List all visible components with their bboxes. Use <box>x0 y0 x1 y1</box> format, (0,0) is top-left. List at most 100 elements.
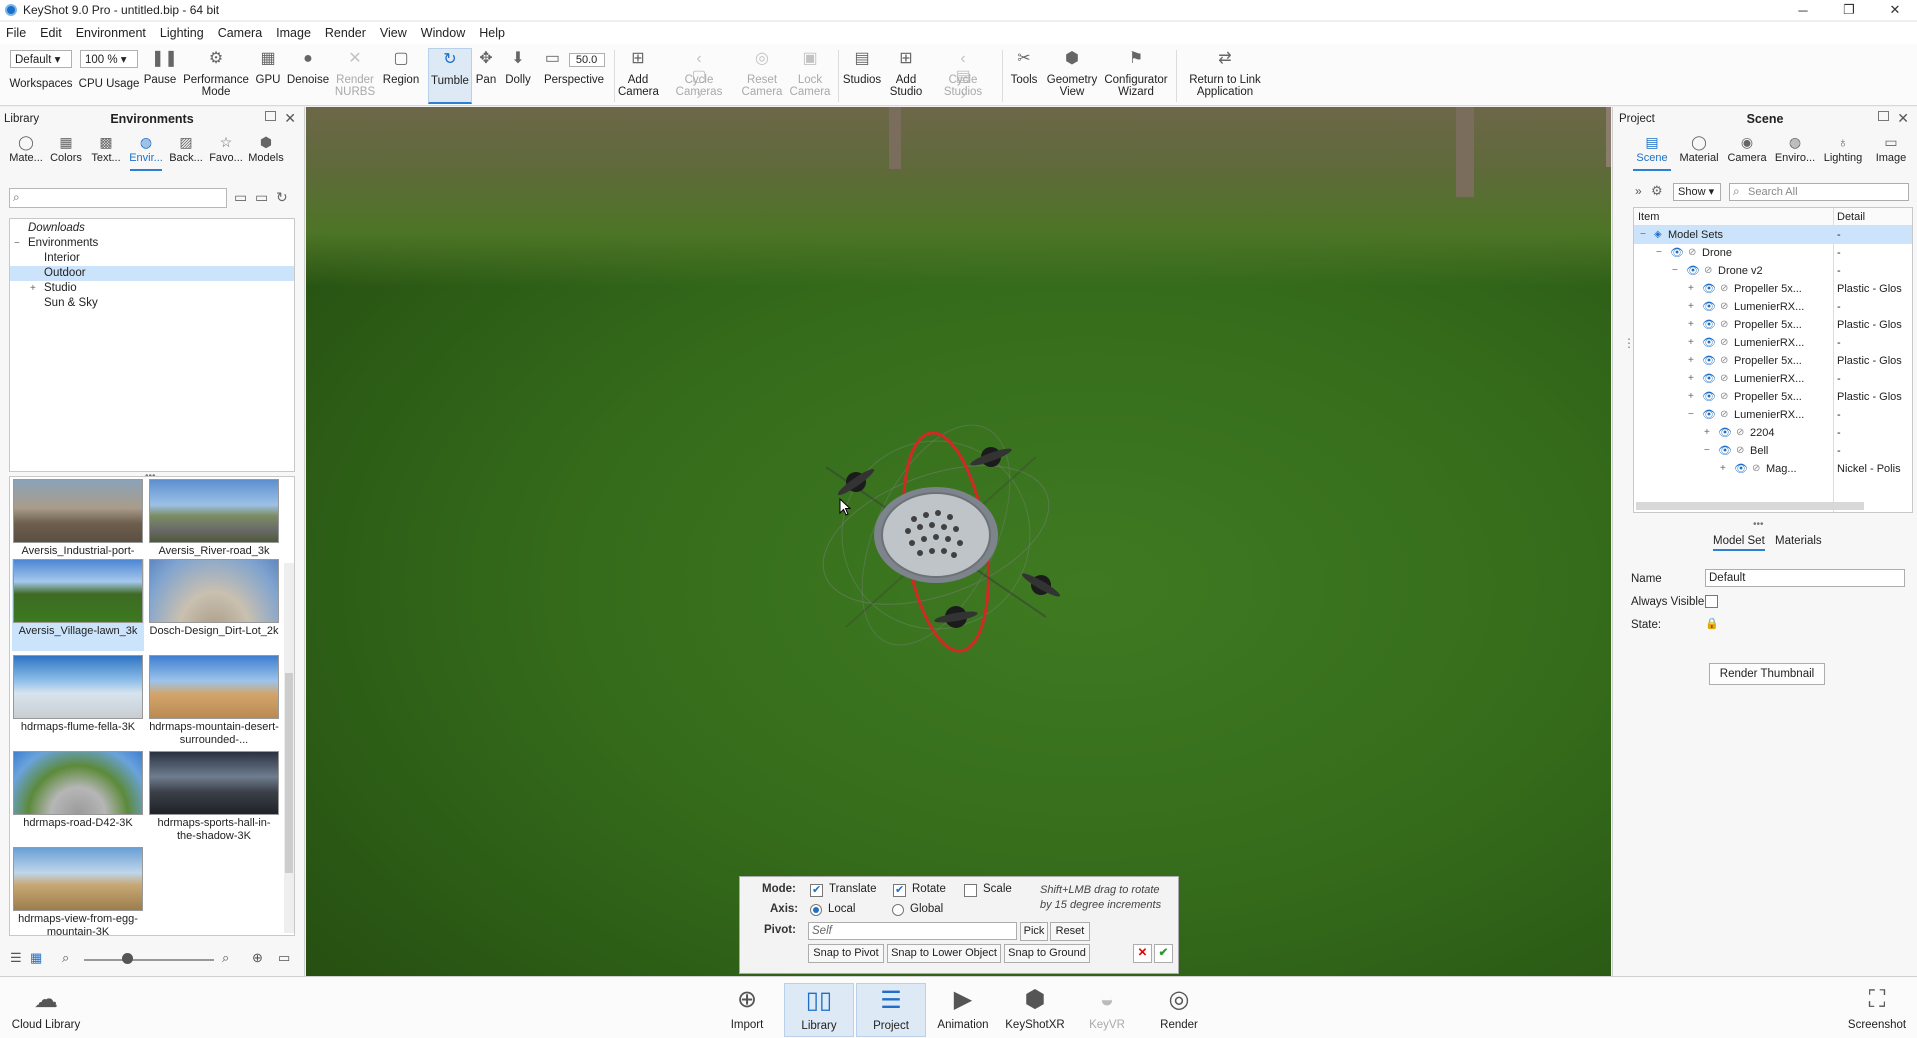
tab-camera[interactable]: ◉ Camera <box>1723 131 1771 171</box>
keyvr-button[interactable]: ◒ KeyVR <box>1072 983 1142 1037</box>
pan-button[interactable]: ✥ Pan <box>474 48 498 104</box>
splitter-handle[interactable]: ••• <box>1753 519 1764 530</box>
thumbnail-size-slider[interactable] <box>84 959 214 961</box>
tab-backplates[interactable]: ▨ Back... <box>166 131 206 171</box>
close-panel-icon[interactable]: ✕ <box>284 110 296 127</box>
scene-row[interactable]: + 👁 ⊘ Propeller 5x... Plastic - Glos <box>1634 280 1912 298</box>
tab-material[interactable]: ◯ Material <box>1675 131 1723 171</box>
menu-render[interactable]: Render <box>325 26 366 40</box>
float-panel-icon[interactable] <box>1878 111 1889 121</box>
render-button[interactable]: ◎ Render <box>1144 983 1214 1037</box>
library-search-input[interactable]: ⌕ <box>9 188 227 208</box>
add-studio-button[interactable]: ⊞ Add Studio <box>886 48 926 104</box>
scale-checkbox[interactable] <box>964 884 977 897</box>
expand-all-icon[interactable]: » <box>1635 184 1642 198</box>
always-visible-checkbox[interactable] <box>1705 595 1718 608</box>
menu-edit[interactable]: Edit <box>40 26 62 40</box>
collapse-icon[interactable]: − <box>1656 244 1662 262</box>
add-folder-icon[interactable]: ▭ <box>255 189 268 206</box>
collapse-icon[interactable]: − <box>14 236 20 251</box>
show-select[interactable]: Show ▾ <box>1673 183 1721 201</box>
region-button[interactable]: ▢ Region <box>380 48 422 104</box>
rotate-checkbox[interactable] <box>893 883 906 897</box>
expand-icon[interactable]: + <box>1688 316 1694 334</box>
expand-icon[interactable]: + <box>1720 460 1726 478</box>
environment-thumbnail[interactable]: Aversis_River-road_3k <box>148 479 280 558</box>
visibility-eye-icon[interactable]: 👁 <box>1702 352 1716 370</box>
visibility-eye-icon[interactable]: 👁 <box>1718 442 1732 460</box>
thumbnail-size-slider-handle[interactable] <box>122 953 133 964</box>
zoom-in-icon[interactable]: ⌕ <box>222 950 229 966</box>
pause-button[interactable]: ❚❚ Pause <box>142 48 178 104</box>
scene-row[interactable]: + 👁 ⊘ Propeller 5x... Plastic - Glos <box>1634 388 1912 406</box>
open-folder-icon[interactable]: ▭ <box>234 189 247 206</box>
tab-environment[interactable]: ◍ Enviro... <box>1771 131 1819 171</box>
scene-tree-horizontal-scrollbar[interactable] <box>1636 502 1864 510</box>
environment-thumbnail[interactable]: hdrmaps-view-from-egg-mountain-3K <box>12 847 144 935</box>
visibility-eye-icon[interactable]: 👁 <box>1702 316 1716 334</box>
menu-file[interactable]: File <box>6 26 26 40</box>
configurator-wizard-button[interactable]: ⚑ Configurator Wizard <box>1102 48 1170 104</box>
visibility-eye-icon[interactable]: 👁 <box>1734 460 1748 478</box>
tumble-button[interactable]: ↻ Tumble <box>428 48 472 104</box>
visibility-eye-icon[interactable]: 👁 <box>1718 424 1732 442</box>
collapse-icon[interactable]: − <box>1688 406 1694 424</box>
tab-favorites[interactable]: ☆ Favo... <box>206 131 246 171</box>
environment-thumbnail[interactable]: hdrmaps-flume-fella-3K <box>12 655 144 734</box>
expand-icon[interactable]: + <box>30 281 36 296</box>
tree-item-studio[interactable]: + Studio <box>10 281 294 296</box>
cancel-transform-icon[interactable]: ✕ <box>1133 944 1152 963</box>
scene-row[interactable]: − 👁 ⊘ LumenierRX... - <box>1634 406 1912 424</box>
close-button[interactable]: ✕ <box>1872 0 1917 20</box>
add-camera-button[interactable]: ⊞ Add Camera <box>618 48 659 104</box>
expand-icon[interactable]: + <box>1688 352 1694 370</box>
denoise-button[interactable]: ● Denoise <box>284 48 332 104</box>
tree-item-outdoor[interactable]: Outdoor <box>10 266 294 281</box>
environment-thumbnail[interactable]: Dosch-Design_Dirt-Lot_2k <box>148 559 280 638</box>
import-button[interactable]: ⊕ Import <box>712 983 782 1037</box>
menu-window[interactable]: Window <box>421 26 465 40</box>
visibility-eye-icon[interactable]: 👁 <box>1702 370 1716 388</box>
tree-item-interior[interactable]: Interior <box>10 251 294 266</box>
workspace-select[interactable]: Default ▾ <box>10 50 72 68</box>
tab-models[interactable]: ⬢ Models <box>246 131 286 171</box>
translate-checkbox[interactable] <box>810 883 823 897</box>
visibility-eye-icon[interactable]: 👁 <box>1670 244 1684 262</box>
render-nurbs-button[interactable]: ✕ Render NURBS <box>334 48 376 104</box>
tab-lighting[interactable]: ♁ Lighting <box>1819 131 1867 171</box>
download-folder-icon[interactable]: ▭ <box>278 950 290 966</box>
visibility-eye-icon[interactable]: 👁 <box>1702 388 1716 406</box>
library-button[interactable]: ▯▯ Library <box>784 983 854 1037</box>
visibility-eye-icon[interactable]: 👁 <box>1702 334 1716 352</box>
refresh-icon[interactable]: ↻ <box>276 189 288 206</box>
screenshot-button[interactable]: ⛶ Screenshot <box>1842 983 1912 1037</box>
keyshotxr-button[interactable]: ⬢ KeyShotXR <box>1000 983 1070 1037</box>
cloud-library-button[interactable]: ☁ Cloud Library <box>10 983 82 1037</box>
tools-button[interactable]: ✂ Tools <box>1006 48 1042 104</box>
project-button[interactable]: ☰ Project <box>856 983 926 1037</box>
perspective-control[interactable]: ▭ 50.0 Perspective <box>540 48 608 104</box>
snap-to-ground-button[interactable]: Snap to Ground <box>1004 944 1090 963</box>
environment-thumbnail[interactable]: hdrmaps-mountain-desert-surrounded-... <box>148 655 280 747</box>
model-set-name-input[interactable]: Default <box>1705 569 1905 587</box>
lock-icon[interactable]: 🔒 <box>1705 617 1719 630</box>
scene-row[interactable]: + 👁 ⊘ Mag... Nickel - Polis <box>1634 460 1912 478</box>
maximize-button[interactable]: ❐ <box>1826 0 1872 20</box>
tab-scene[interactable]: ▤ Scene <box>1629 131 1675 171</box>
expand-icon[interactable]: + <box>1688 334 1694 352</box>
cycle-studios-button[interactable]: ‹ ▤ › Cycle Studios <box>930 48 996 104</box>
menu-image[interactable]: Image <box>276 26 311 40</box>
scene-row[interactable]: − 👁 ⊘ Drone - <box>1634 244 1912 262</box>
tab-model-set[interactable]: Model Set <box>1713 535 1765 551</box>
tab-image[interactable]: ▭ Image <box>1867 131 1915 171</box>
upload-icon[interactable]: ⊕ <box>252 950 263 966</box>
pivot-input[interactable]: Self <box>808 922 1017 940</box>
geometry-view-button[interactable]: ⬢ Geometry View <box>1046 48 1098 104</box>
snap-to-lower-object-button[interactable]: Snap to Lower Object <box>887 944 1001 963</box>
snap-to-pivot-button[interactable]: Snap to Pivot <box>808 944 884 963</box>
expand-icon[interactable]: + <box>1688 298 1694 316</box>
reset-button[interactable]: Reset <box>1050 922 1090 941</box>
local-radio[interactable] <box>810 904 822 916</box>
visibility-eye-icon[interactable]: 👁 <box>1686 262 1700 280</box>
visibility-eye-icon[interactable]: 👁 <box>1702 406 1716 424</box>
